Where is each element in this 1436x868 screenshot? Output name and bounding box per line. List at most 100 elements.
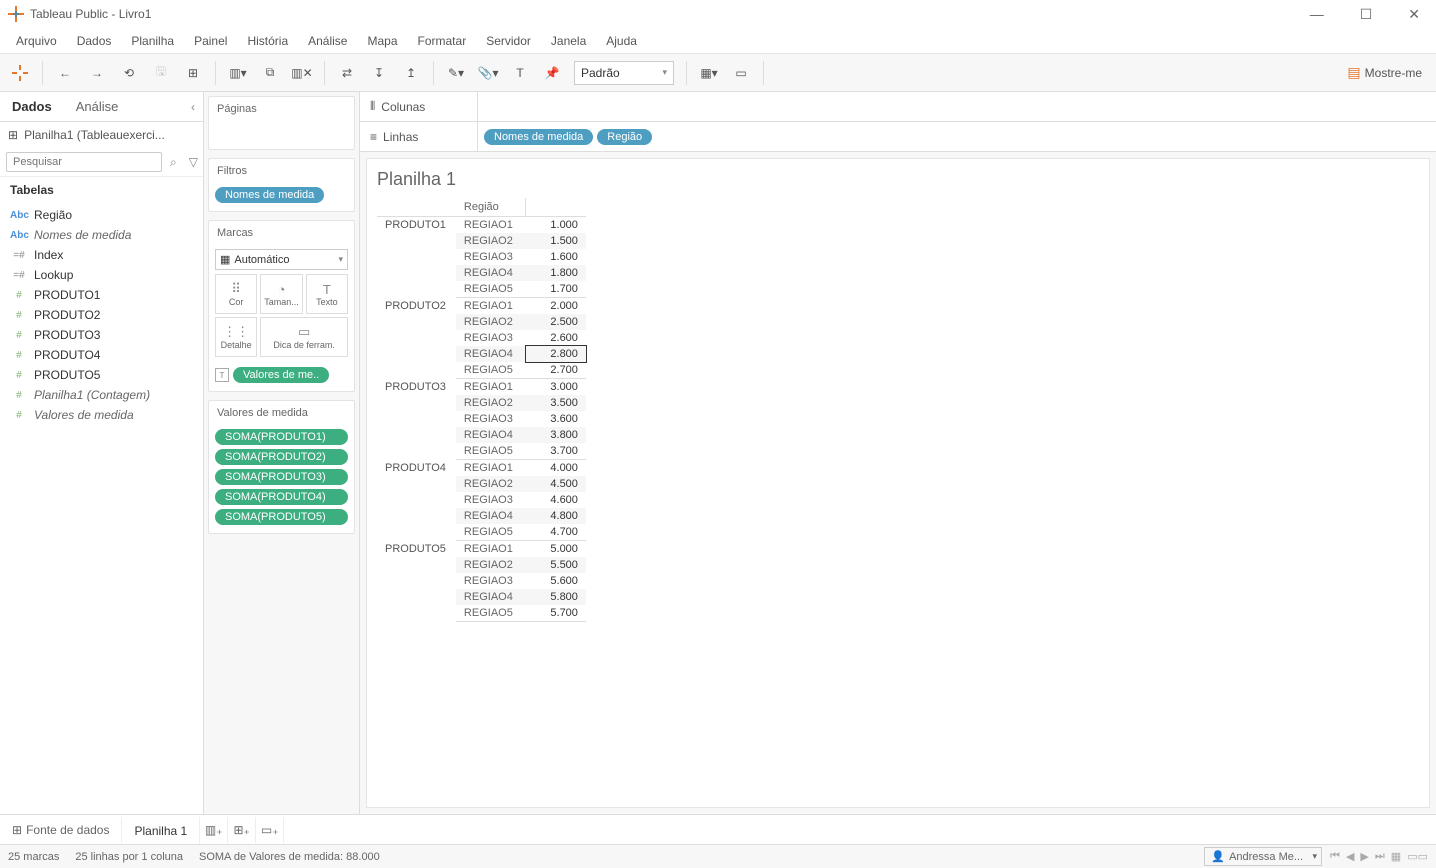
tableau-icon[interactable] (6, 59, 34, 87)
value-cell[interactable]: 1.800 (526, 265, 586, 281)
table-row[interactable]: PRODUTO2REGIAO12.000 (377, 298, 586, 315)
field-index[interactable]: =#Index (0, 245, 203, 265)
field-regi-o[interactable]: AbcRegião (0, 205, 203, 225)
region-cell[interactable]: REGIAO2 (456, 314, 526, 330)
region-cell[interactable]: REGIAO3 (456, 249, 526, 265)
value-cell[interactable]: 5.000 (526, 541, 586, 558)
product-cell[interactable]: PRODUTO5 (377, 541, 456, 622)
region-cell[interactable]: REGIAO2 (456, 476, 526, 492)
menu-servidor[interactable]: Servidor (476, 30, 541, 52)
value-cell[interactable]: 3.600 (526, 411, 586, 427)
value-cell[interactable]: 5.500 (526, 557, 586, 573)
value-cell[interactable]: 4.000 (526, 460, 586, 477)
redo-icon[interactable]: → (83, 59, 111, 87)
value-cell[interactable]: 5.600 (526, 573, 586, 589)
value-cell[interactable]: 2.700 (526, 362, 586, 379)
value-cell[interactable]: 1.500 (526, 233, 586, 249)
labels-icon[interactable]: T (506, 59, 534, 87)
region-cell[interactable]: REGIAO4 (456, 427, 526, 443)
menu-planilha[interactable]: Planilha (121, 30, 184, 52)
field-planilha1-contagem-[interactable]: #Planilha1 (Contagem) (0, 385, 203, 405)
tab-planilha1[interactable]: Planilha 1 (122, 816, 200, 844)
region-cell[interactable]: REGIAO5 (456, 281, 526, 298)
field-nomes-de-medida[interactable]: AbcNomes de medida (0, 225, 203, 245)
menu-arquivo[interactable]: Arquivo (6, 30, 67, 52)
menu-analise[interactable]: Análise (298, 30, 357, 52)
region-cell[interactable]: REGIAO1 (456, 541, 526, 558)
table-row[interactable]: PRODUTO3REGIAO13.000 (377, 379, 586, 396)
nav-first-icon[interactable]: ⏮ (1330, 850, 1340, 863)
nav-next-icon[interactable]: ▶ (1360, 850, 1368, 863)
region-cell[interactable]: REGIAO1 (456, 217, 526, 234)
measure-pill-somaproduto2[interactable]: SOMA(PRODUTO2) (215, 449, 348, 465)
search-input[interactable] (6, 152, 162, 172)
rows-shelf[interactable]: ≡Linhas Nomes de medida Região (360, 122, 1436, 152)
user-menu[interactable]: 👤 Andressa Me... (1204, 847, 1322, 866)
filter-icon[interactable]: ▽ (185, 153, 202, 171)
value-cell[interactable]: 5.700 (526, 605, 586, 622)
region-cell[interactable]: REGIAO3 (456, 330, 526, 346)
nav-last-icon[interactable]: ⏭ (1375, 850, 1385, 863)
value-cell[interactable]: 4.600 (526, 492, 586, 508)
close-button[interactable]: ✕ (1400, 6, 1428, 23)
save-icon[interactable]: 🖫 (147, 59, 175, 87)
new-sheet-icon[interactable]: ▥▾ (224, 59, 252, 87)
tab-dados[interactable]: Dados (0, 93, 64, 120)
value-cell[interactable]: 5.800 (526, 589, 586, 605)
value-cell[interactable]: 2.500 (526, 314, 586, 330)
value-cell[interactable]: 4.700 (526, 524, 586, 541)
value-cell[interactable]: 4.500 (526, 476, 586, 492)
value-cell[interactable]: 1.600 (526, 249, 586, 265)
value-cell[interactable]: 1.000 (526, 217, 586, 234)
text-pill-valores[interactable]: Valores de me.. (233, 367, 329, 383)
clear-icon[interactable]: ▥✕ (288, 59, 316, 87)
sort-desc-icon[interactable]: ↥ (397, 59, 425, 87)
region-cell[interactable]: REGIAO5 (456, 443, 526, 460)
field-produto3[interactable]: #PRODUTO3 (0, 325, 203, 345)
nav-prev-icon[interactable]: ◀ (1346, 850, 1354, 863)
value-cell[interactable]: 3.800 (526, 427, 586, 443)
measure-pill-somaproduto3[interactable]: SOMA(PRODUTO3) (215, 469, 348, 485)
value-cell[interactable]: 3.500 (526, 395, 586, 411)
mark-btn-cor[interactable]: ⠿Cor (215, 274, 257, 314)
columns-shelf[interactable]: ⦀Colunas (360, 92, 1436, 122)
maximize-button[interactable]: ☐ (1352, 6, 1381, 23)
measure-pill-somaproduto1[interactable]: SOMA(PRODUTO1) (215, 429, 348, 445)
mark-btn-taman[interactable]: ◔Taman... (260, 274, 302, 314)
marks-type-select[interactable]: ▦ Automático (215, 249, 348, 270)
sheet-title[interactable]: Planilha 1 (377, 169, 1419, 190)
field-lookup[interactable]: =#Lookup (0, 265, 203, 285)
field-produto5[interactable]: #PRODUTO5 (0, 365, 203, 385)
value-cell[interactable]: 2.800 (526, 346, 586, 362)
highlight-icon[interactable]: ✎▾ (442, 59, 470, 87)
region-cell[interactable]: REGIAO1 (456, 460, 526, 477)
region-cell[interactable]: REGIAO4 (456, 265, 526, 281)
mark-btn-texto[interactable]: TTexto (306, 274, 348, 314)
search-icon[interactable]: ⌕ (166, 153, 181, 172)
minimize-button[interactable]: — (1302, 6, 1332, 23)
filmstrip-icon[interactable]: ▭▭ (1407, 850, 1428, 863)
region-cell[interactable]: REGIAO2 (456, 395, 526, 411)
mark-btn-detalhe[interactable]: ⋮⋮Detalhe (215, 317, 257, 357)
group-icon[interactable]: 📎▾ (474, 59, 502, 87)
table-row[interactable]: PRODUTO4REGIAO14.000 (377, 460, 586, 477)
product-cell[interactable]: PRODUTO4 (377, 460, 456, 541)
tab-data-source[interactable]: ⊞ Fonte de dados (0, 817, 122, 843)
show-me-button[interactable]: ▤ Mostre-me (1339, 60, 1430, 85)
duplicate-icon[interactable]: ⧉ (256, 59, 284, 87)
product-cell[interactable]: PRODUTO3 (377, 379, 456, 460)
grid-view-icon[interactable]: ▦ (1391, 850, 1401, 863)
region-cell[interactable]: REGIAO4 (456, 589, 526, 605)
collapse-sidebar-icon[interactable]: ‹ (183, 96, 203, 118)
undo-icon[interactable]: ← (51, 59, 79, 87)
menu-janela[interactable]: Janela (541, 30, 596, 52)
value-cell[interactable]: 1.700 (526, 281, 586, 298)
region-cell[interactable]: REGIAO5 (456, 605, 526, 622)
region-cell[interactable]: REGIAO2 (456, 557, 526, 573)
value-cell[interactable]: 2.000 (526, 298, 586, 315)
menu-painel[interactable]: Painel (184, 30, 237, 52)
table-row[interactable]: PRODUTO1REGIAO11.000 (377, 217, 586, 234)
presentation-icon[interactable]: ▭ (727, 59, 755, 87)
region-cell[interactable]: REGIAO3 (456, 492, 526, 508)
filter-pill-nomes[interactable]: Nomes de medida (215, 187, 324, 203)
